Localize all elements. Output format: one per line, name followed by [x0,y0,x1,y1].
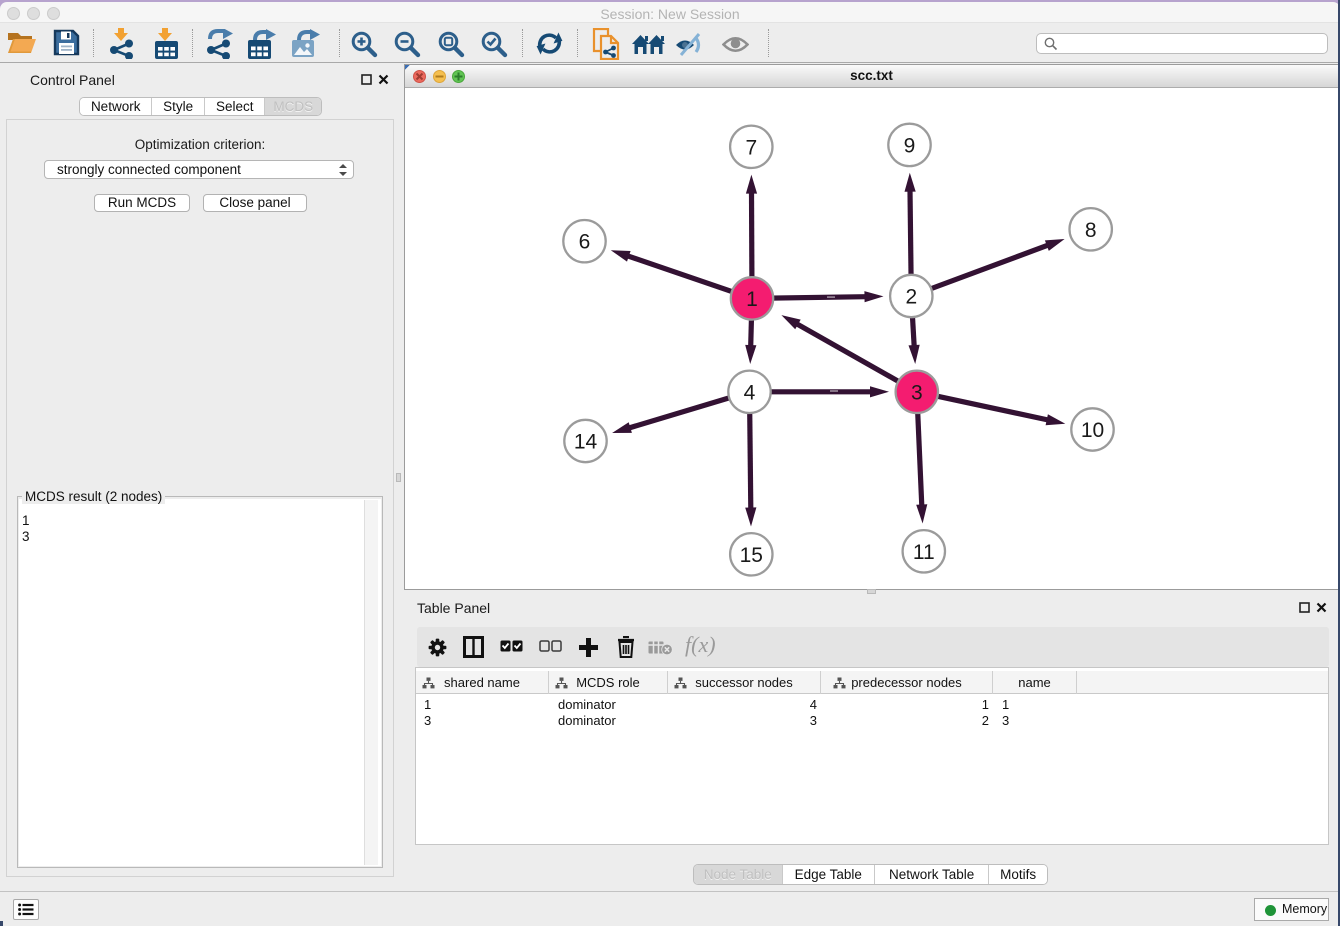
svg-text:10: 10 [1081,419,1104,442]
svg-text:11: 11 [913,541,935,564]
svg-text:7: 7 [745,136,757,159]
svg-text:9: 9 [904,134,916,157]
svg-text:4: 4 [744,381,756,404]
svg-text:3: 3 [911,381,923,404]
svg-text:1: 1 [746,288,758,311]
svg-text:14: 14 [574,431,598,454]
svg-text:6: 6 [579,231,591,254]
svg-text:15: 15 [740,544,763,567]
svg-text:2: 2 [905,286,917,309]
svg-text:8: 8 [1085,219,1097,242]
